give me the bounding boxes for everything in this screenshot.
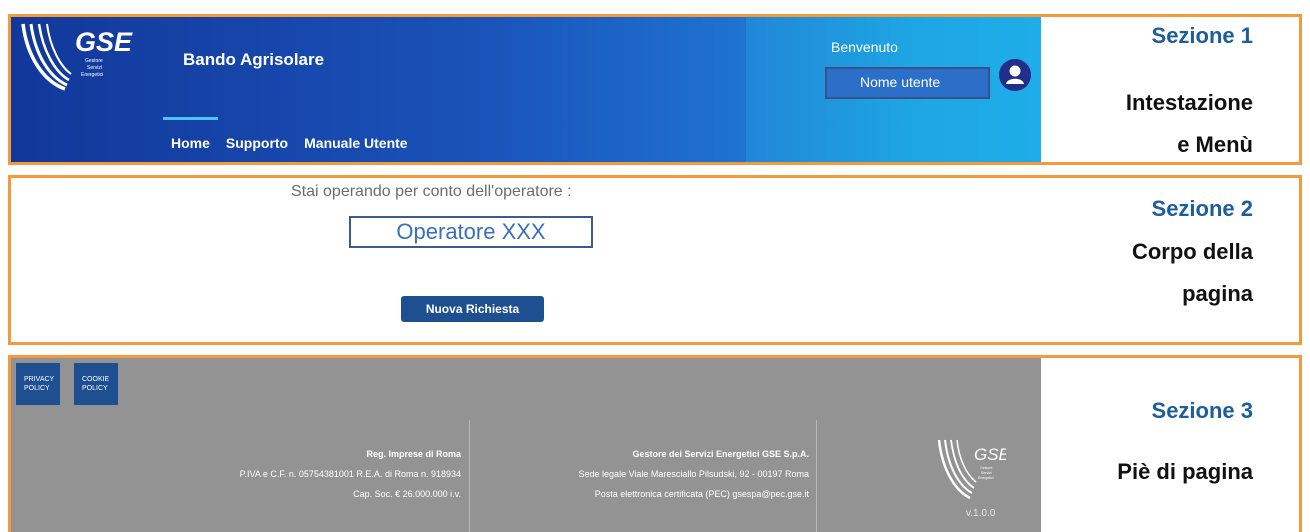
footer-logo-sub-2: Servizi [981,471,992,475]
cookie-policy-line-2: POLICY [82,385,108,392]
nav-supporto[interactable]: Supporto [218,117,296,159]
footer-reg-title: Reg. Imprese di Roma [366,449,461,459]
privacy-policy-button[interactable]: PRIVACY POLICY [16,363,60,405]
logo-text: GSE [75,27,133,57]
nav-manuale-utente[interactable]: Manuale Utente [296,117,415,159]
new-request-button[interactable]: Nuova Richiesta [401,296,544,322]
main-nav: Home Supporto Manuale Utente [163,117,416,159]
privacy-policy-line-2: POLICY [24,385,50,392]
footer-logo-sub-1: Gestore [980,466,993,470]
section-3-label: Sezione 3 [1151,398,1253,423]
footer-logo-sub-3: Energetici [978,476,994,480]
footer-divider-1 [469,420,470,532]
footer-capital: Cap. Soc. € 26.000.000 i.v. [353,489,461,499]
footer-pec: Posta elettronica certificata (PEC) gses… [594,489,809,499]
footer-address: Sede legale Viale Maresciallo Pilsudski,… [578,469,809,479]
section-1-desc-1: Intestazione [1125,90,1253,115]
privacy-policy-line-1: PRIVACY [24,376,55,383]
logo-sub-2: Servizi [87,65,102,71]
section-1-desc-2: e Menù [1177,132,1253,157]
section-2-label: Sezione 2 [1151,196,1253,221]
footer-company-name: Gestore dei Servizi Energetici GSE S.p.A… [632,449,809,459]
section-body: Stai operando per conto dell'operatore :… [8,175,1302,345]
footer-bar: PRIVACY POLICY COOKIE POLICY Reg. Impres… [11,358,1041,532]
footer-gse-logo: GSE Gestore Servizi Energetici [937,439,1006,500]
section-3-desc: Piè di pagina [1117,459,1253,484]
section-1-label: Sezione 1 [1151,23,1253,48]
section-2-desc-1: Corpo della [1131,239,1253,264]
logo-sub-3: Energetici [81,72,103,78]
footer-logo-text: GSE [974,445,1006,464]
operating-for-text: Stai operando per conto dell'operatore : [291,183,572,200]
app-title: Bando Agrisolare [183,50,325,69]
username-box[interactable]: Nome utente [825,67,990,99]
version-label: v.1.0.0 [966,508,996,519]
section-2-desc-2: pagina [1182,281,1253,306]
welcome-text: Benvenuto [831,39,898,55]
logo-sub-1: Gestore [85,58,103,64]
operator-name: Operatore XXX [349,216,593,248]
cookie-policy-button[interactable]: COOKIE POLICY [74,363,118,405]
gse-logo: GSE Gestore Servizi Energetici [21,23,133,91]
section-header: GSE Gestore Servizi Energetici Bando Agr… [8,14,1302,165]
footer-address-info: Gestore dei Servizi Energetici GSE S.p.A… [579,444,809,504]
footer-vat: P.IVA e C.F. n. 05754381001 R.E.A. di Ro… [239,469,461,479]
nav-home[interactable]: Home [163,117,218,159]
footer-divider-2 [816,420,817,532]
user-icon[interactable] [999,59,1031,91]
footer-company-info: Reg. Imprese di Roma P.IVA e C.F. n. 057… [240,444,461,504]
header-bar: GSE Gestore Servizi Energetici Bando Agr… [11,17,1041,162]
section-footer: PRIVACY POLICY COOKIE POLICY Reg. Impres… [8,355,1302,532]
cookie-policy-line-1: COOKIE [82,376,110,383]
